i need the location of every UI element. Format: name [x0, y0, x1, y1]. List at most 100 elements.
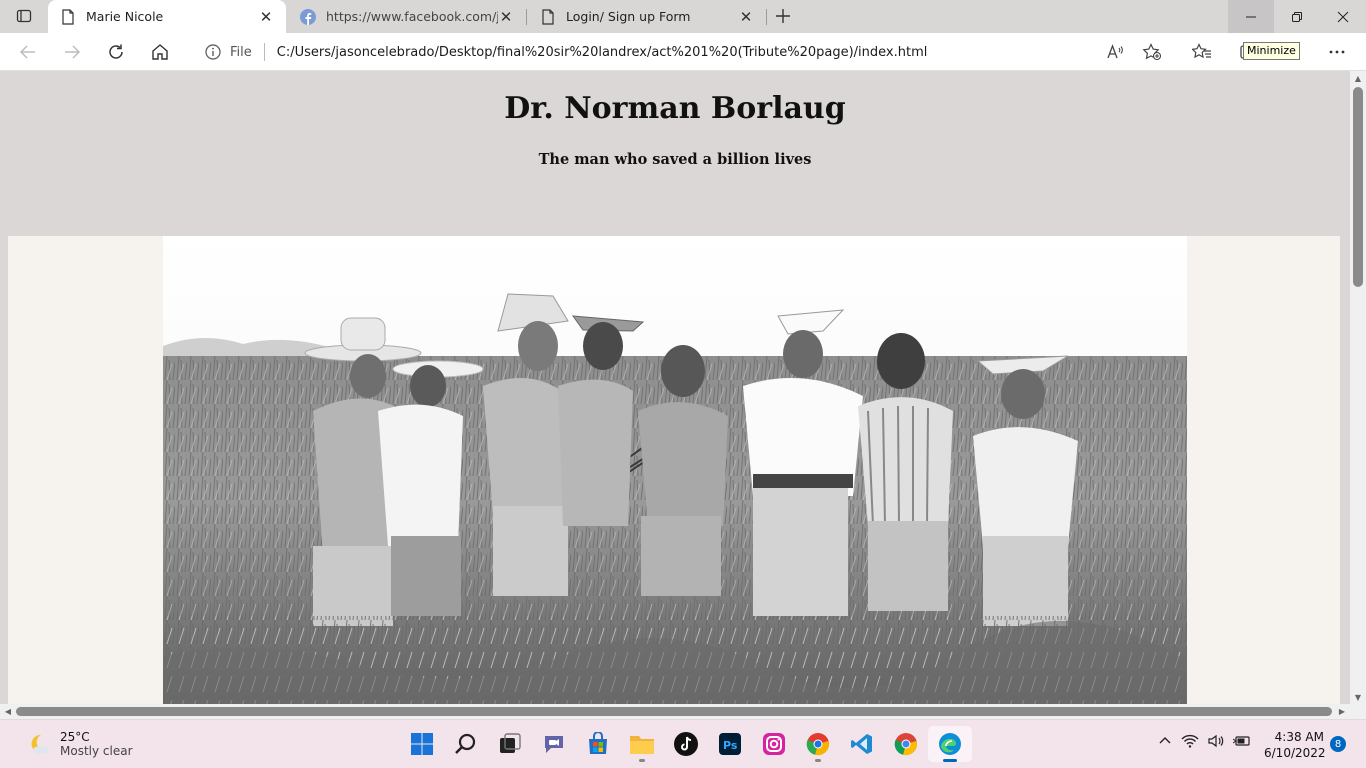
minimize-tooltip: Minimize: [1243, 42, 1300, 60]
scheme-label: File: [230, 44, 252, 60]
task-view-button[interactable]: [488, 726, 532, 762]
windows-icon: [411, 733, 433, 755]
home-icon: [152, 44, 168, 60]
more-horizontal-icon: [1329, 50, 1345, 54]
chrome-button[interactable]: [884, 726, 928, 762]
minimize-icon: [1246, 16, 1256, 17]
favorites-button[interactable]: [1187, 38, 1217, 66]
taskbar: 25°C Mostly clear Ps 4:38 AM 6/10/2022 8: [0, 719, 1366, 768]
info-icon[interactable]: [204, 43, 222, 61]
search-button[interactable]: [444, 726, 488, 762]
edge-button[interactable]: [928, 726, 972, 762]
horizontal-scrollbar[interactable]: ◀ ▶: [0, 704, 1350, 719]
start-button[interactable]: [400, 726, 444, 762]
close-window-button[interactable]: [1320, 0, 1366, 33]
refresh-button[interactable]: [101, 38, 131, 66]
tiktok-button[interactable]: [664, 726, 708, 762]
url-text[interactable]: C:/Users/jasoncelebrado/Desktop/final%20…: [277, 45, 928, 60]
tab-facebook[interactable]: https://www.facebook.com/jasor ✕: [288, 0, 526, 33]
settings-more-button[interactable]: [1322, 38, 1352, 66]
running-indicator: [943, 759, 957, 762]
wifi-icon[interactable]: [1181, 734, 1199, 748]
restore-button[interactable]: [1274, 0, 1320, 33]
star-add-icon: [1142, 43, 1162, 61]
clock-date: 6/10/2022: [1264, 746, 1326, 760]
vscode-button[interactable]: [840, 726, 884, 762]
tab-divider: [526, 9, 527, 25]
page-subtitle: The man who saved a billion lives: [538, 151, 812, 168]
instagram-icon: [763, 733, 785, 755]
store-button[interactable]: [576, 726, 620, 762]
task-view-icon: [500, 733, 521, 753]
tab-title: https://www.facebook.com/jasor: [326, 9, 498, 24]
read-aloud-button[interactable]: [1100, 38, 1130, 66]
edge-icon: [939, 733, 961, 755]
close-icon: [1337, 11, 1349, 22]
instagram-button[interactable]: [752, 726, 796, 762]
add-favorite-button[interactable]: [1137, 38, 1167, 66]
file-explorer-button[interactable]: [620, 726, 664, 762]
arrow-left-icon: [19, 45, 35, 59]
vertical-scroll-thumb[interactable]: [1353, 87, 1363, 287]
notification-badge[interactable]: 8: [1330, 736, 1346, 752]
scrollbar-corner: [1350, 704, 1366, 719]
chat-button[interactable]: [532, 726, 576, 762]
tab-close-icon[interactable]: ✕: [498, 8, 514, 26]
scroll-right-icon[interactable]: ▶: [1334, 704, 1350, 719]
weather-widget[interactable]: 25°C Mostly clear: [26, 730, 133, 758]
weather-temp: 25°C: [60, 730, 90, 744]
chrome-icon: [894, 733, 917, 756]
horizontal-scroll-thumb[interactable]: [16, 707, 1332, 716]
taskbar-apps: Ps: [400, 726, 972, 762]
chat-icon: [545, 736, 563, 753]
moon-cloud-icon: [31, 734, 49, 754]
running-indicator: [639, 759, 645, 762]
scroll-left-icon[interactable]: ◀: [0, 704, 16, 719]
photoshop-button[interactable]: Ps: [708, 726, 752, 762]
tab-actions-icon: [16, 9, 32, 23]
tab-login-form[interactable]: Login/ Sign up Form ✕: [528, 0, 766, 33]
chevron-up-icon[interactable]: [1158, 734, 1172, 748]
home-button[interactable]: [145, 38, 175, 66]
back-button[interactable]: [13, 38, 43, 66]
browser-toolbar: File C:/Users/jasoncelebrado/Desktop/fin…: [0, 33, 1366, 71]
page-icon: [60, 8, 76, 25]
tab-marie-nicole[interactable]: Marie Nicole ✕: [48, 0, 286, 33]
page-viewport: Dr. Norman Borlaug The man who saved a b…: [0, 71, 1350, 704]
clock[interactable]: 4:38 AM 6/10/2022: [1264, 729, 1326, 761]
search-icon: [455, 733, 476, 754]
tiktok-icon: [674, 732, 698, 756]
minimize-button[interactable]: [1228, 0, 1274, 33]
running-indicator: [815, 759, 821, 762]
image-container: [8, 236, 1340, 704]
borlaug-photo: [163, 236, 1187, 704]
store-icon: [589, 732, 607, 754]
tab-title: Marie Nicole: [86, 9, 164, 24]
tab-actions-button[interactable]: [8, 4, 40, 28]
tab-strip: Marie Nicole ✕ https://www.facebook.com/…: [0, 0, 1366, 33]
page-icon: [540, 8, 556, 25]
scroll-down-icon[interactable]: ▼: [1350, 690, 1366, 704]
facebook-icon: [300, 8, 316, 25]
weather-condition: Mostly clear: [60, 744, 133, 758]
arrow-right-icon: [65, 45, 81, 59]
forward-button[interactable]: [57, 38, 87, 66]
battery-icon[interactable]: [1233, 734, 1251, 748]
chrome-icon: [806, 733, 829, 756]
photoshop-icon: Ps: [719, 733, 741, 755]
tab-close-icon[interactable]: ✕: [738, 8, 754, 26]
address-bar[interactable]: File C:/Users/jasoncelebrado/Desktop/fin…: [188, 36, 1176, 68]
system-tray: [1158, 734, 1251, 748]
vertical-scrollbar[interactable]: ▲ ▼: [1350, 71, 1366, 704]
new-tab-button[interactable]: [770, 4, 796, 28]
svg-text:Ps: Ps: [723, 739, 738, 752]
read-aloud-icon: [1107, 44, 1123, 59]
restore-icon: [1292, 11, 1302, 22]
plus-icon: [776, 9, 790, 23]
tab-close-icon[interactable]: ✕: [258, 8, 274, 26]
tab-title: Login/ Sign up Form: [566, 9, 691, 24]
volume-icon[interactable]: [1208, 734, 1224, 748]
tab-divider: [766, 9, 767, 25]
chrome-canary-button[interactable]: [796, 726, 840, 762]
scroll-up-icon[interactable]: ▲: [1350, 71, 1366, 85]
